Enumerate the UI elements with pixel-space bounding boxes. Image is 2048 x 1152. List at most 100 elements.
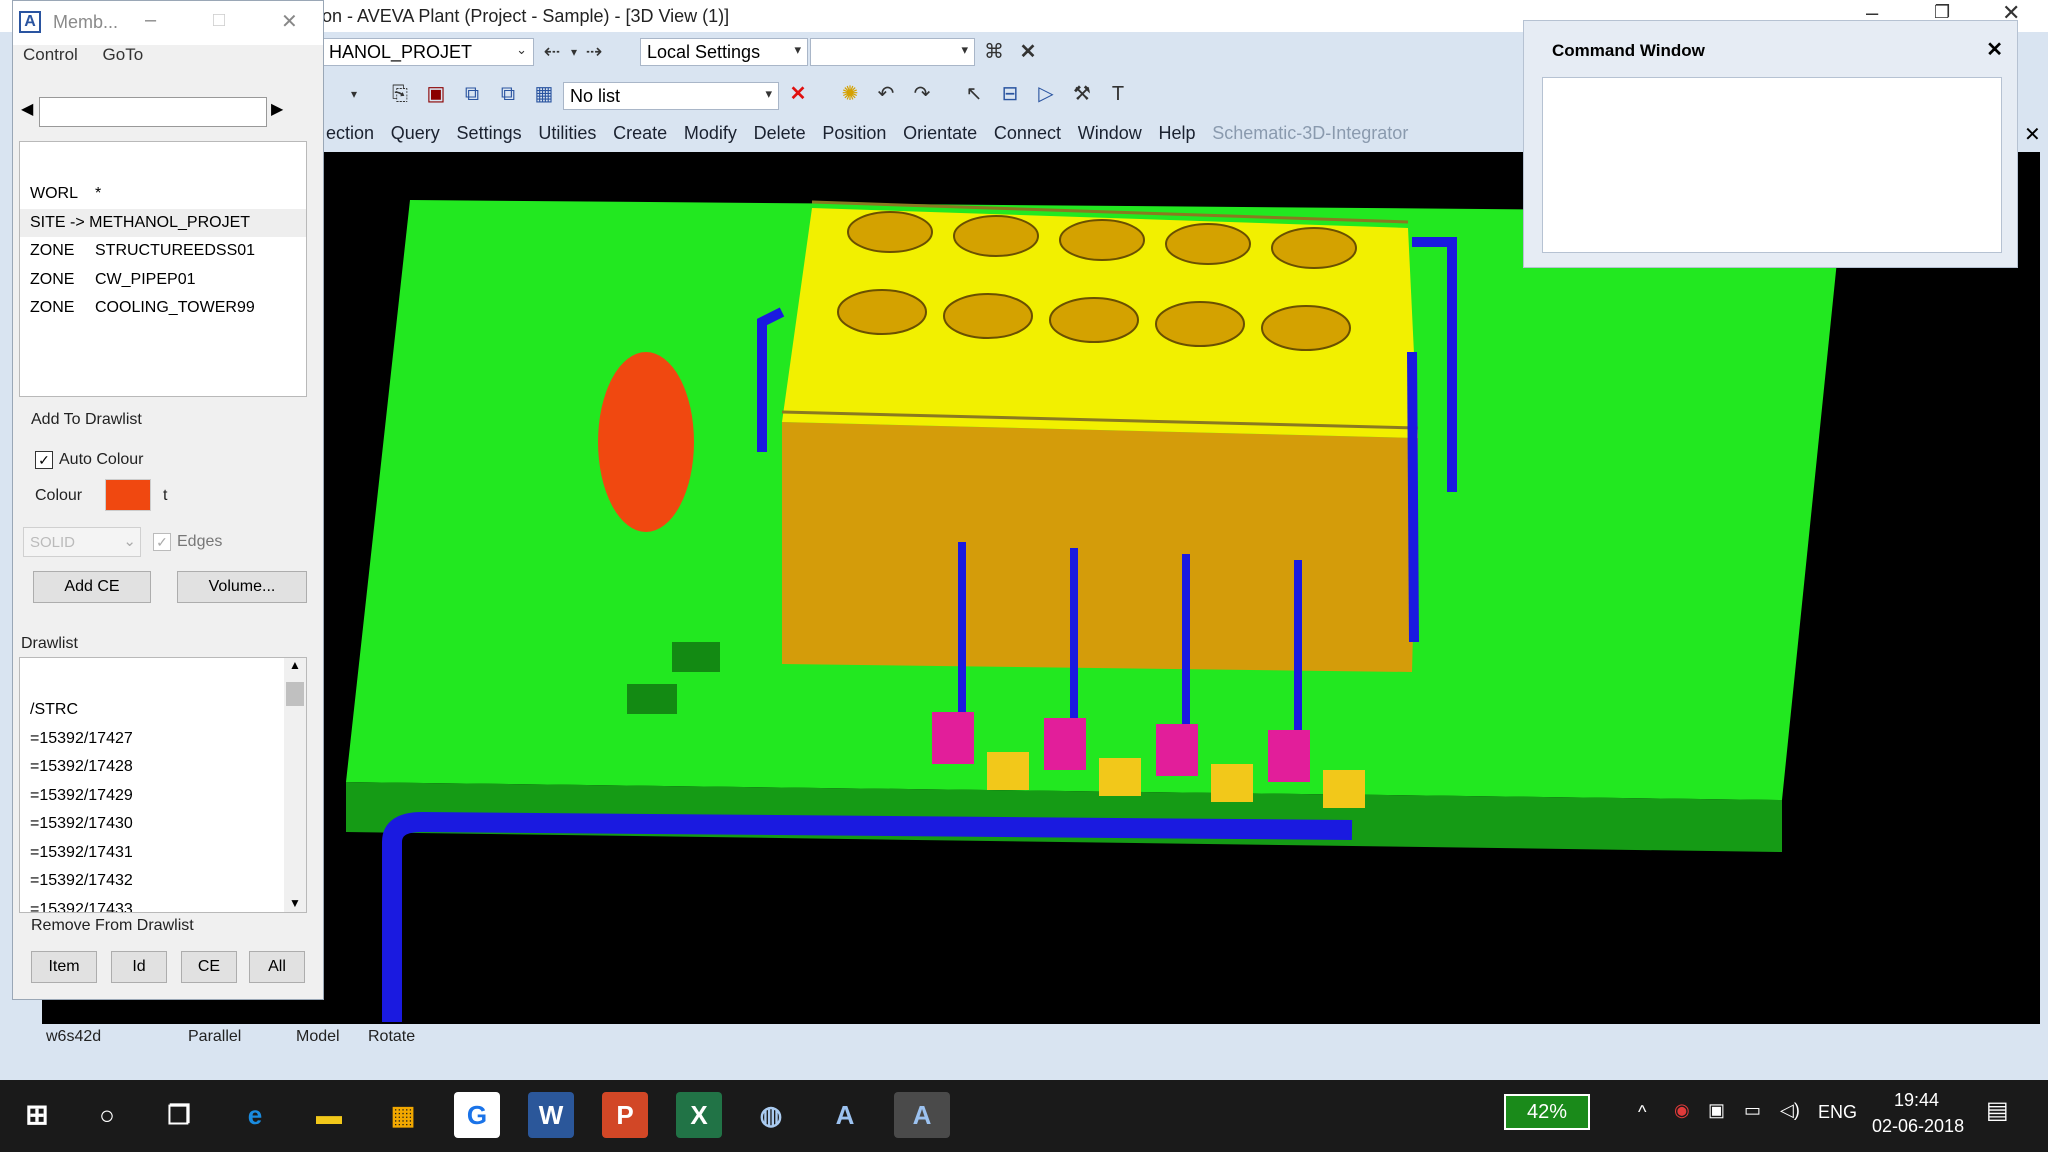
menu-control[interactable]: Control: [23, 45, 78, 64]
battery-indicator[interactable]: 42%: [1504, 1094, 1590, 1130]
volume-button[interactable]: Volume...: [177, 571, 307, 603]
save-icon[interactable]: ▣: [422, 80, 450, 108]
store-icon[interactable]: ▦: [380, 1092, 426, 1138]
scroll-thumb[interactable]: [286, 682, 304, 706]
nav-left-icon[interactable]: ◀: [21, 99, 33, 119]
scroll-down-icon[interactable]: ▼: [284, 896, 306, 910]
menu-item[interactable]: Modify: [678, 123, 743, 144]
word-icon[interactable]: W: [528, 1092, 574, 1138]
clock-date[interactable]: 02-06-2018: [1872, 1116, 1964, 1137]
menu-item[interactable]: Query: [385, 123, 446, 144]
notifications-icon[interactable]: ▤: [1986, 1096, 2009, 1125]
close-icon[interactable]: ✕: [1986, 37, 2003, 62]
remove-item-button[interactable]: Item: [31, 951, 97, 983]
menu-item[interactable]: ection: [320, 123, 380, 144]
view2-icon[interactable]: ⧉: [494, 80, 522, 108]
nav-input[interactable]: [39, 97, 267, 127]
menu-item[interactable]: Position: [816, 123, 892, 144]
menu-item[interactable]: Schematic-3D-Integrator: [1206, 123, 1414, 144]
battery-icon[interactable]: ▭: [1744, 1100, 1761, 1121]
remove-all-button[interactable]: All: [249, 951, 305, 983]
file-explorer-icon[interactable]: ▬: [306, 1092, 352, 1138]
network-icon[interactable]: ▣: [1708, 1100, 1725, 1121]
table-icon[interactable]: ▦: [530, 80, 558, 108]
forward-arrow-icon[interactable]: ⇢: [580, 38, 608, 66]
nav-right-icon[interactable]: ▶: [271, 99, 283, 119]
hierarchy-row[interactable]: SITE -> METHANOL_PROJET: [20, 208, 306, 237]
project-combo[interactable]: HANOL_PROJET ⌄: [322, 38, 534, 66]
remove-id-button[interactable]: Id: [111, 951, 167, 983]
minimize-icon[interactable]: –: [145, 9, 156, 32]
menu-item[interactable]: Help: [1152, 123, 1201, 144]
menu-item[interactable]: Connect: [988, 123, 1067, 144]
task-view-icon[interactable]: ❐: [156, 1092, 202, 1138]
globe-icon[interactable]: ◍: [748, 1092, 794, 1138]
menu-goto[interactable]: GoTo: [103, 45, 144, 64]
hierarchy-row[interactable]: ZONE STRUCTUREEDSS01: [20, 237, 306, 266]
undo-icon[interactable]: ↶: [872, 80, 900, 108]
google-chrome-icon[interactable]: G: [454, 1092, 500, 1138]
drawlist-row[interactable]: /STRC: [20, 696, 306, 725]
command-output[interactable]: [1542, 77, 2002, 253]
redo-icon[interactable]: ↷: [908, 80, 936, 108]
view-icon[interactable]: ⧉: [458, 80, 486, 108]
select-icon[interactable]: ⊟: [996, 80, 1024, 108]
spark-icon[interactable]: ✺: [836, 80, 864, 108]
windows-start-icon[interactable]: ⊞: [14, 1092, 60, 1138]
solid-combo[interactable]: SOLID ⌄: [23, 527, 141, 557]
tool-icon[interactable]: ⚒: [1068, 80, 1096, 108]
scroll-up-icon[interactable]: ▲: [284, 658, 306, 672]
clock-time[interactable]: 19:44: [1894, 1090, 1939, 1111]
chevron-up-icon[interactable]: ^: [1638, 1102, 1646, 1123]
auto-colour-checkbox[interactable]: ✓: [35, 451, 53, 469]
menu-item[interactable]: Delete: [748, 123, 812, 144]
menu-item[interactable]: Settings: [451, 123, 528, 144]
menu-item[interactable]: Utilities: [532, 123, 602, 144]
aveva-icon[interactable]: A: [822, 1092, 868, 1138]
hierarchy-row[interactable]: WORL *: [20, 180, 306, 209]
pointer-icon[interactable]: ↖: [960, 80, 988, 108]
antivirus-icon[interactable]: ◉: [1674, 1100, 1690, 1121]
hierarchy-row[interactable]: ZONE COOLING_TOWER99: [20, 294, 306, 323]
settings-combo[interactable]: Local Settings ▾: [640, 38, 808, 66]
edges-checkbox[interactable]: ✓: [153, 533, 171, 551]
close-x-icon[interactable]: ✕: [1014, 38, 1042, 66]
3d-viewport[interactable]: [42, 152, 2040, 1024]
volume-icon[interactable]: ◁): [1780, 1100, 1800, 1121]
edge-icon[interactable]: e: [232, 1092, 278, 1138]
pump-base: [987, 752, 1029, 790]
copy-icon[interactable]: ⎘: [386, 80, 414, 108]
close-icon[interactable]: ✕: [281, 9, 298, 34]
remove-ce-button[interactable]: CE: [181, 951, 237, 983]
settings-combo-value: Local Settings: [647, 42, 761, 62]
drawlist-row[interactable]: =15392/17433: [20, 896, 306, 913]
aveva-active-icon[interactable]: A: [894, 1092, 950, 1138]
dropdown-arrow-icon[interactable]: ▾: [340, 80, 368, 108]
binoculars-icon[interactable]: ⌘: [980, 38, 1008, 66]
hierarchy-row[interactable]: ZONE CW_PIPEP01: [20, 266, 306, 295]
blank-combo[interactable]: ▾: [810, 38, 975, 66]
list-combo[interactable]: No list ▾: [563, 82, 779, 110]
drawlist-row[interactable]: =15392/17428: [20, 753, 306, 782]
delete-x-icon[interactable]: ✕: [784, 80, 812, 108]
drawlist-row[interactable]: =15392/17431: [20, 839, 306, 868]
menu-item[interactable]: Create: [607, 123, 673, 144]
drawlist-row[interactable]: =15392/17427: [20, 725, 306, 754]
drawlist-row[interactable]: =15392/17432: [20, 867, 306, 896]
maximize-icon[interactable]: □: [213, 9, 225, 32]
drawlist-row[interactable]: =15392/17429: [20, 782, 306, 811]
colour-swatch[interactable]: [105, 479, 151, 511]
drawlist-row[interactable]: =15392/17430: [20, 810, 306, 839]
search-icon[interactable]: ○: [84, 1092, 130, 1138]
text-icon[interactable]: T: [1104, 80, 1132, 108]
auto-colour-label: Auto Colour: [59, 451, 144, 468]
add-ce-button[interactable]: Add CE: [33, 571, 151, 603]
powerpoint-icon[interactable]: P: [602, 1092, 648, 1138]
play-icon[interactable]: ▷: [1032, 80, 1060, 108]
menu-item[interactable]: Window: [1072, 123, 1148, 144]
mdi-close-icon[interactable]: ✕: [2024, 122, 2041, 147]
language-indicator[interactable]: ENG: [1818, 1102, 1857, 1123]
menu-item[interactable]: Orientate: [897, 123, 983, 144]
excel-icon[interactable]: X: [676, 1092, 722, 1138]
drawlist-scrollbar[interactable]: ▲ ▼: [284, 658, 306, 912]
